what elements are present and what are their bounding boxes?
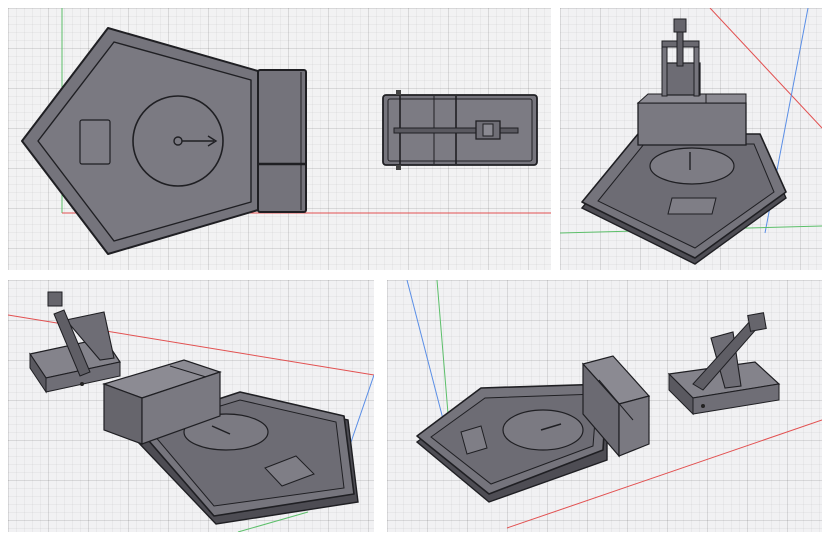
viewport-isometric-front[interactable] [560, 8, 822, 270]
catapult[interactable] [29, 291, 121, 394]
catapult-bucket [673, 18, 687, 33]
scene-isometric-side [8, 291, 374, 532]
catapult[interactable] [667, 312, 781, 416]
card-pad[interactable] [79, 119, 111, 165]
scene-isometric-front [560, 8, 822, 265]
storage-box[interactable] [636, 93, 747, 146]
viewport-isometric-side[interactable] [8, 280, 374, 532]
catapult-bucket [747, 312, 767, 332]
viewport-top-view[interactable] [8, 8, 551, 270]
axle-stub [80, 382, 84, 386]
card-pad[interactable] [667, 197, 717, 215]
axle-stub [396, 165, 401, 170]
axle-stub [396, 90, 401, 95]
axle-stub [701, 404, 705, 408]
storage-box[interactable] [257, 69, 307, 213]
viewport-isometric-rear[interactable] [387, 280, 822, 532]
dial[interactable] [132, 95, 224, 187]
catapult-sled[interactable] [382, 90, 538, 170]
dial[interactable] [649, 147, 735, 185]
scene-top-view [21, 8, 551, 255]
scene-isometric-rear [406, 280, 822, 529]
catapult-bucket [47, 291, 63, 307]
catapult[interactable] [661, 18, 701, 97]
